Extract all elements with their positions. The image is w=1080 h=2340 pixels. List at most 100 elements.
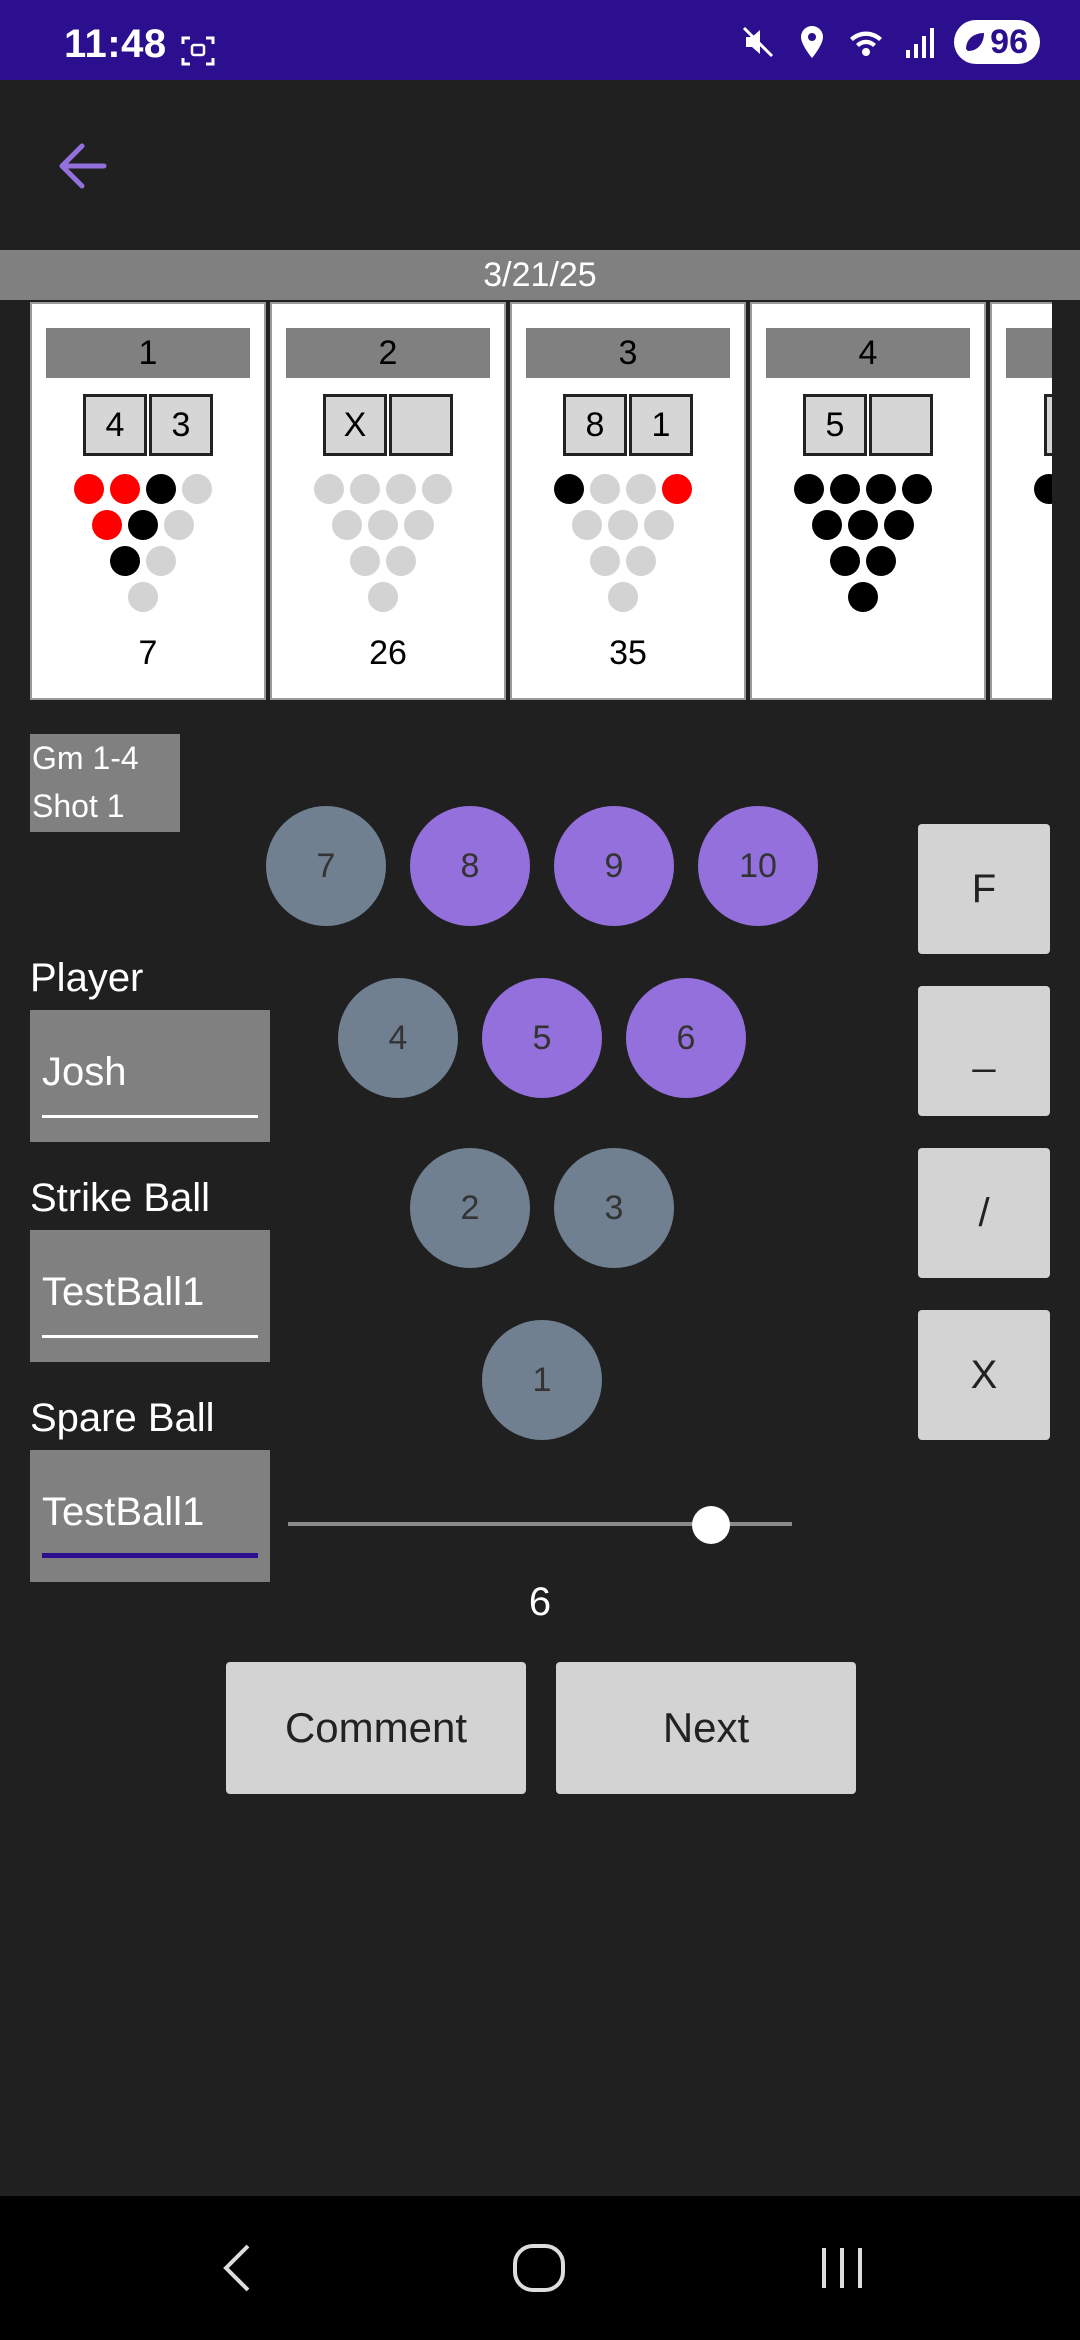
pin-3-dot	[146, 546, 176, 576]
pin-button-2[interactable]: 2	[410, 1148, 530, 1268]
pin-1-dot	[368, 582, 398, 612]
pin-button-6[interactable]: 6	[626, 978, 746, 1098]
pin-3-dot	[386, 546, 416, 576]
frame-card[interactable]: 3 8 1 35	[510, 302, 746, 700]
pin-4-dot	[332, 510, 362, 540]
frame-total: 7	[138, 634, 158, 672]
pin-7-dot	[554, 474, 584, 504]
pin-10-dot	[182, 474, 212, 504]
pin-5-dot	[128, 510, 158, 540]
pin-1-dot	[608, 582, 638, 612]
pin-button-5[interactable]: 5	[482, 978, 602, 1098]
nav-home-icon[interactable]	[509, 2238, 569, 2298]
pin-10-dot	[902, 474, 932, 504]
pin-button-7[interactable]: 7	[266, 806, 386, 926]
back-arrow-icon[interactable]	[52, 136, 112, 196]
pin-button-1[interactable]: 1	[482, 1320, 602, 1440]
spare-ball-field[interactable]: TestBall1	[30, 1450, 270, 1582]
wifi-icon	[850, 31, 883, 56]
frame-number	[1006, 328, 1052, 378]
pin-9-dot	[626, 474, 656, 504]
date-header: 3/21/25	[0, 250, 1080, 300]
status-bar: 11:48 96	[0, 0, 1080, 80]
pin-8-dot	[350, 474, 380, 504]
frame-pin-diagram	[74, 474, 226, 624]
pin-5-dot	[368, 510, 398, 540]
pin-3-dot	[626, 546, 656, 576]
frame-card[interactable]: 1 43 7	[30, 302, 266, 700]
battery-saver-icon	[966, 33, 985, 51]
frame-card[interactable]: 2 X 26	[270, 302, 506, 700]
pin-8-dot	[830, 474, 860, 504]
frame-number: 3	[526, 328, 730, 378]
frame-ball-boxes: 43	[32, 394, 264, 456]
frame-number: 1	[46, 328, 250, 378]
pin-button-10[interactable]: 10	[698, 806, 818, 926]
pin-button-4[interactable]: 4	[338, 978, 458, 1098]
nav-back-icon[interactable]	[210, 2238, 270, 2298]
pin-2-dot	[830, 546, 860, 576]
pin-9-dot	[146, 474, 176, 504]
pin-5-dot	[848, 510, 878, 540]
board-slider-thumb[interactable]	[692, 1506, 731, 1544]
foul-button[interactable]: F	[918, 824, 1050, 954]
frame-ball2-box: 1	[629, 394, 693, 456]
player-underline	[42, 1115, 258, 1118]
pin-9-dot	[386, 474, 416, 504]
signal-icon	[906, 28, 935, 58]
spare-ball-value: TestBall1	[42, 1490, 205, 1534]
pin-7-dot	[74, 474, 104, 504]
strike-ball-field[interactable]: TestBall1	[30, 1230, 270, 1362]
next-button[interactable]: Next	[556, 1662, 856, 1794]
frame-ball1-box: X	[323, 394, 387, 456]
pin-4-dot	[572, 510, 602, 540]
status-icons: 96	[738, 20, 1040, 64]
frame-pin-diagram	[794, 474, 946, 624]
frame-card-partial[interactable]	[990, 302, 1052, 700]
pin-4-dot	[812, 510, 842, 540]
battery-indicator: 96	[954, 20, 1040, 64]
comment-button[interactable]: Comment	[226, 1662, 526, 1794]
frame-ball1-box: 8	[563, 394, 627, 456]
pin-7-dot	[1034, 474, 1052, 504]
frame-card[interactable]: 45	[750, 302, 986, 700]
frames-strip[interactable]: 1 4 3 7 2 X 26 3 8 1 35 4 5	[30, 300, 1052, 702]
player-value: Josh	[42, 1050, 127, 1094]
pin-9-dot	[866, 474, 896, 504]
player-label: Player	[30, 956, 144, 1000]
battery-level: 96	[990, 22, 1028, 61]
pin-button-3[interactable]: 3	[554, 1148, 674, 1268]
spare-ball-underline	[42, 1553, 258, 1558]
pin-8-dot	[590, 474, 620, 504]
game-shot-label: Gm 1-4 Shot 1	[30, 734, 180, 832]
pin-6-dot	[164, 510, 194, 540]
strike-button[interactable]: X	[918, 1310, 1050, 1440]
frame-ball2-box: 3	[149, 394, 213, 456]
frame-pin-diagram	[314, 474, 466, 624]
gutter-button[interactable]: _	[918, 986, 1050, 1116]
board-slider-value: 6	[528, 1580, 552, 1624]
pin-7-dot	[314, 474, 344, 504]
mute-icon	[743, 26, 774, 58]
location-icon	[801, 26, 824, 58]
pin-button-8[interactable]: 8	[410, 806, 530, 926]
frame-ball-boxes: 5	[752, 394, 984, 456]
frame-ball1-box: 5	[803, 394, 867, 456]
frame-number: 2	[286, 328, 490, 378]
app-screen: 11:48 96 3/21/25 1 4 3 7 2 X 26 3 8 1 35…	[0, 0, 1080, 2340]
pin-button-9[interactable]: 9	[554, 806, 674, 926]
frame-ball-boxes: X	[272, 394, 504, 456]
nav-recents-icon[interactable]	[812, 2238, 872, 2298]
spare-button[interactable]: /	[918, 1148, 1050, 1278]
pin-7-dot	[794, 474, 824, 504]
shot-label: Shot 1	[32, 788, 125, 824]
pin-3-dot	[866, 546, 896, 576]
game-label: Gm 1-4	[32, 740, 139, 776]
pin-10-dot	[662, 474, 692, 504]
frame-ball2-box	[389, 394, 453, 456]
strike-ball-underline	[42, 1335, 258, 1338]
player-field[interactable]: Josh	[30, 1010, 270, 1142]
screenshot-icon	[181, 36, 215, 66]
frame-total: 35	[609, 634, 647, 672]
pin-6-dot	[404, 510, 434, 540]
